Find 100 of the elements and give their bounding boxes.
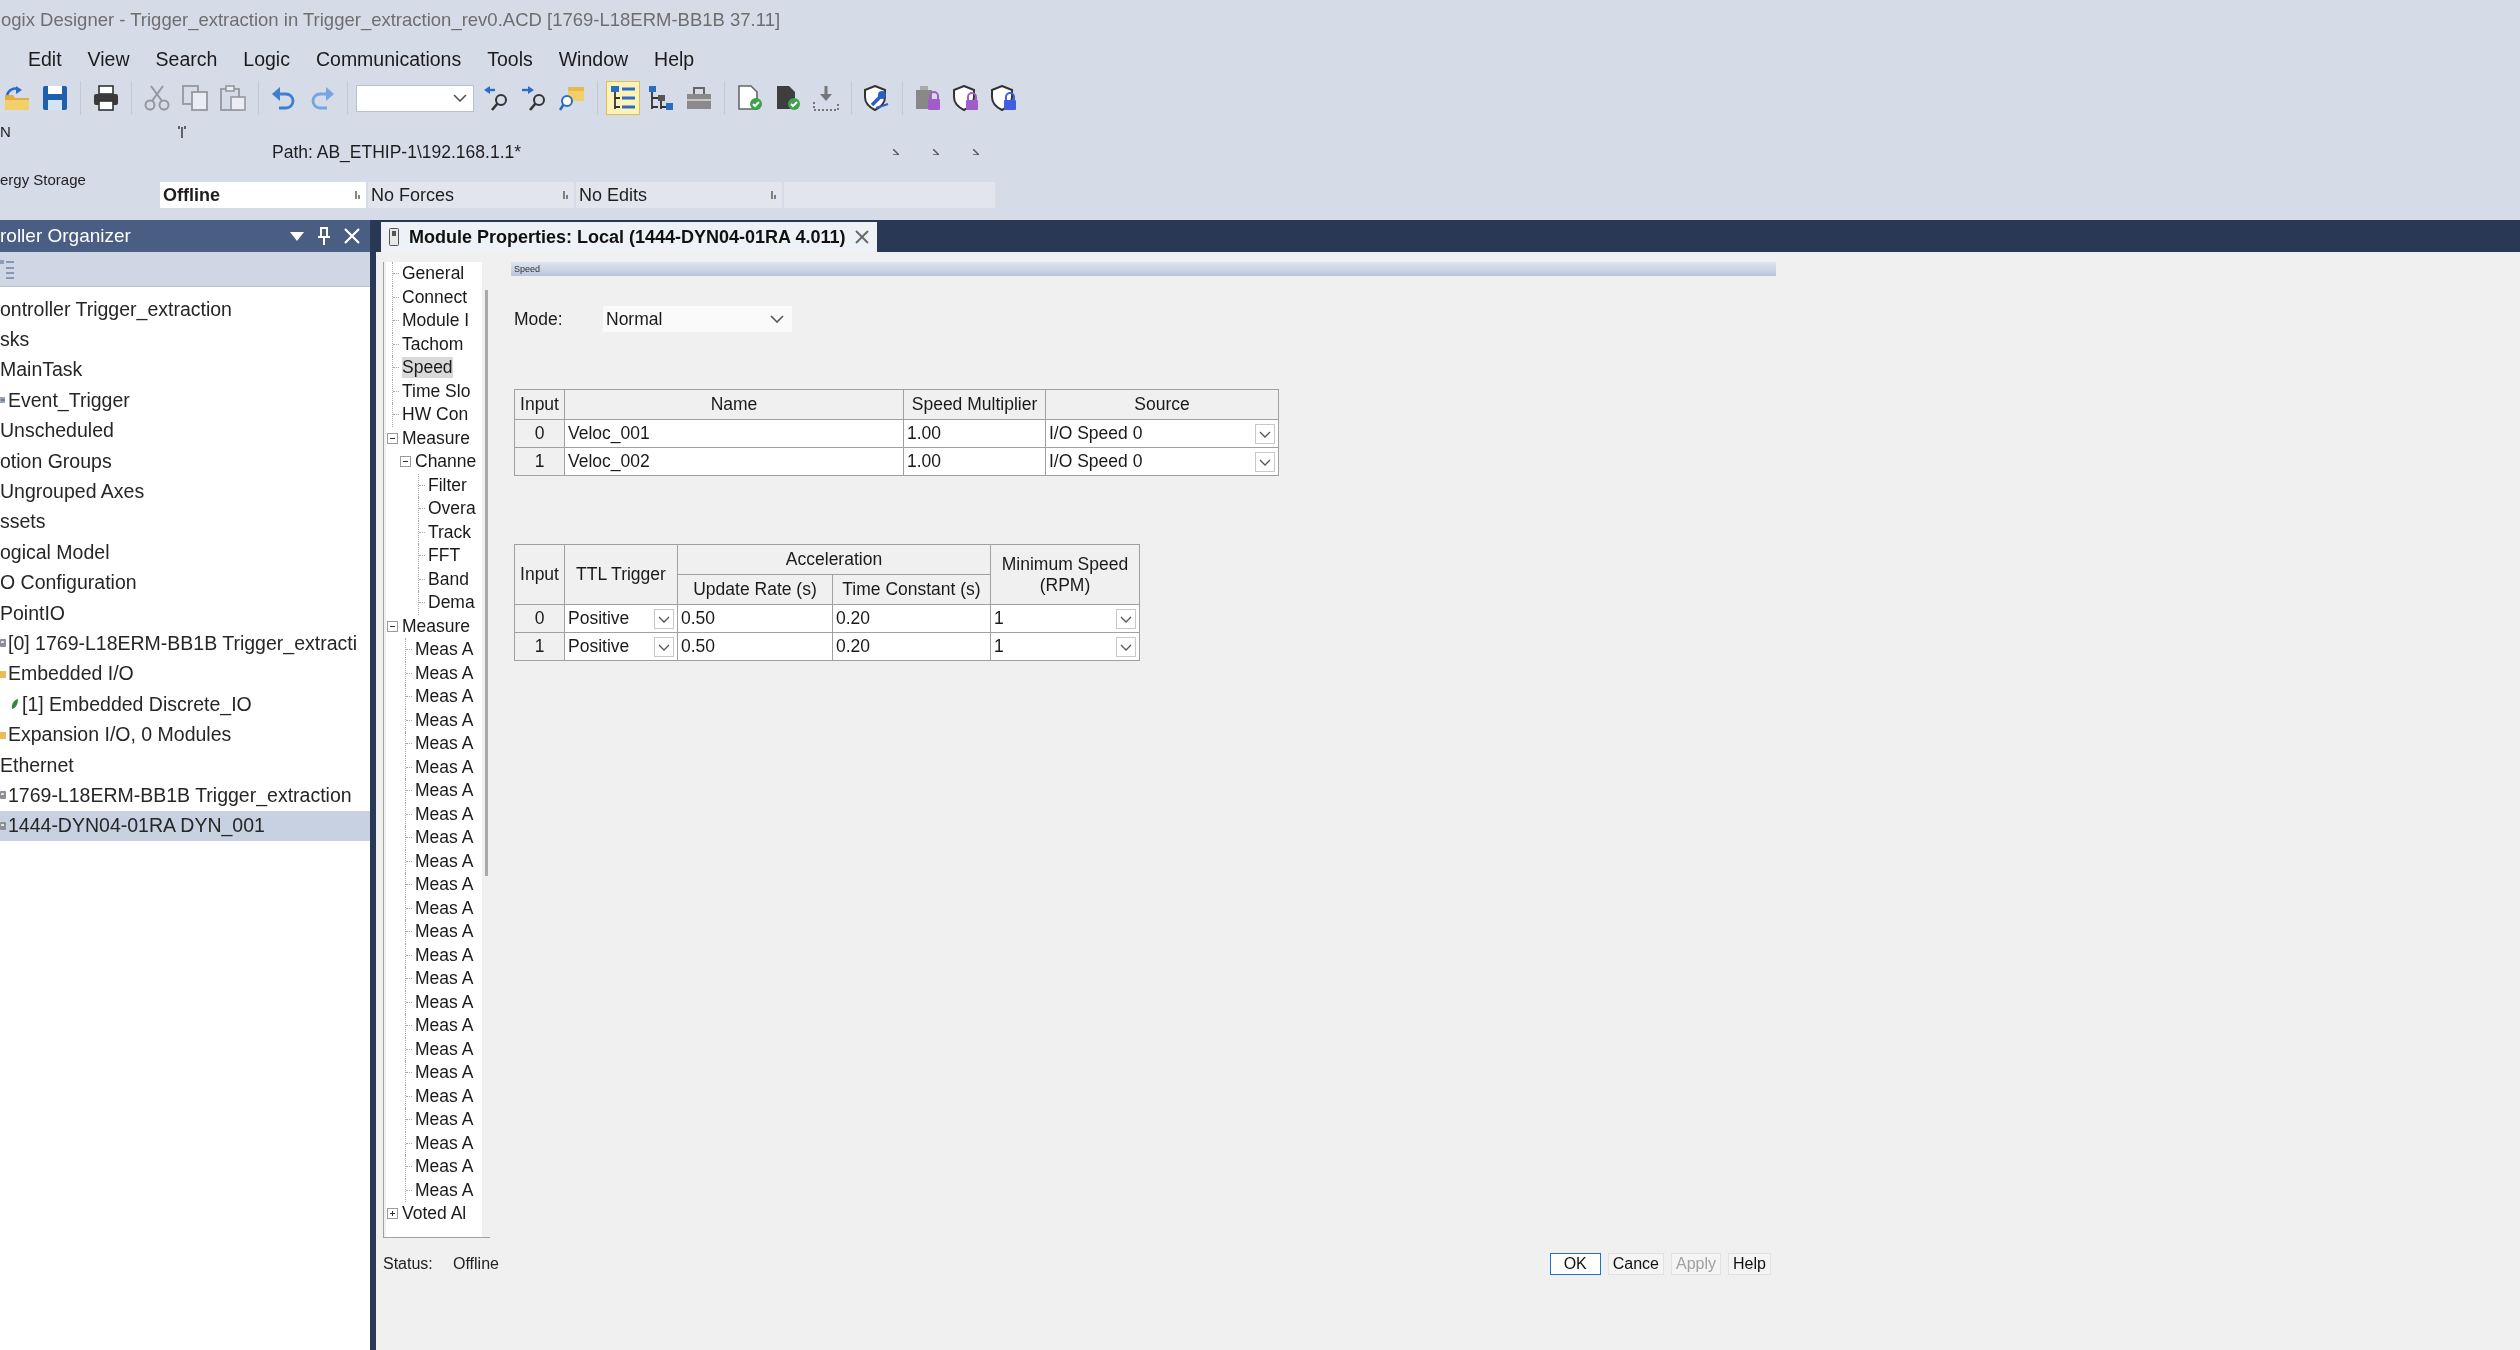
tree-item[interactable]: 1444-DYN04-01RA DYN_001 (0, 810, 370, 842)
chevron-down-icon[interactable] (1255, 451, 1275, 472)
category-item[interactable]: Dema (428, 592, 475, 614)
chevron-down-icon[interactable] (1116, 608, 1136, 629)
document-check-icon[interactable] (775, 85, 801, 111)
close-icon[interactable] (855, 230, 870, 244)
trigger-dropdown[interactable]: Positive (564, 604, 678, 633)
category-item[interactable]: Meas A (415, 639, 474, 661)
tree-item[interactable]: ontroller Trigger_extraction (0, 294, 370, 325)
category-item[interactable]: HW Con (402, 404, 469, 426)
category-item[interactable]: Speed (402, 357, 453, 379)
category-item[interactable]: Meas A (415, 1156, 474, 1178)
collapse-icon[interactable] (387, 432, 398, 444)
tree-item[interactable]: Ethernet (0, 749, 370, 781)
tree-item[interactable]: Ungrouped Axes (0, 476, 370, 507)
chevron-down-icon[interactable] (1255, 423, 1275, 444)
tree-item[interactable]: Expansion I/O, 0 Modules (0, 719, 370, 750)
category-item[interactable]: Measure (402, 427, 471, 449)
category-item[interactable]: Overa (428, 498, 476, 520)
category-item[interactable]: Tachom (402, 333, 464, 355)
printer-icon[interactable] (93, 85, 119, 111)
menu-item[interactable]: Help (644, 43, 705, 75)
arrow-magnifier-icon[interactable] (521, 85, 547, 111)
category-item[interactable]: Meas A (415, 1062, 474, 1084)
magnifier-folder-icon[interactable] (559, 85, 585, 111)
download-icon[interactable] (813, 85, 839, 111)
arrow-magnifier-icon[interactable] (483, 85, 509, 111)
expand-icon[interactable] (387, 1208, 398, 1220)
dialog-button[interactable]: Help (1728, 1253, 1771, 1275)
tree-list-icon[interactable] (606, 81, 640, 115)
folder-arrow-icon[interactable] (4, 85, 30, 111)
tree-item[interactable]: Embedded I/O (0, 658, 370, 690)
category-item[interactable]: Meas A (415, 662, 474, 684)
small-mark-icon[interactable] (973, 149, 979, 155)
category-item[interactable]: Meas A (415, 1085, 474, 1107)
shield-lock-icon[interactable] (953, 85, 979, 111)
category-item[interactable]: Meas A (415, 709, 474, 731)
shield-wrench-icon[interactable] (864, 85, 890, 111)
tree-item[interactable]: Event_Trigger (0, 385, 370, 416)
menu-item[interactable]: Tools (477, 43, 543, 75)
category-item[interactable]: Meas A (415, 1015, 474, 1037)
category-item[interactable]: Meas A (415, 1132, 474, 1154)
tree-item[interactable]: [1] Embedded Discrete_IO (0, 689, 370, 720)
menu-item[interactable]: Logic (233, 43, 300, 75)
category-item[interactable]: Connect (402, 286, 468, 308)
category-item[interactable]: Channe (415, 451, 477, 473)
tree-item[interactable]: Unscheduled (0, 415, 370, 446)
category-item[interactable]: FFT (428, 545, 461, 567)
document-check-icon[interactable] (737, 85, 763, 111)
undo-icon[interactable] (271, 85, 297, 111)
mode-dropdown[interactable]: Normal (603, 306, 792, 332)
category-item[interactable]: Meas A (415, 1038, 474, 1060)
dialog-button[interactable]: Cance (1607, 1253, 1664, 1275)
category-item[interactable]: Meas A (415, 827, 474, 849)
tree-item[interactable]: 1769-L18ERM-BB1B Trigger_extraction (0, 780, 370, 811)
category-item[interactable]: Meas A (415, 897, 474, 919)
category-item[interactable]: Meas A (415, 874, 474, 896)
source-dropdown[interactable]: I/O Speed 0 (1045, 419, 1279, 448)
tree-item[interactable]: O Configuration (0, 567, 370, 598)
category-item[interactable]: Voted Al (402, 1203, 467, 1225)
tree-item[interactable]: [0] 1769-L18ERM-BB1B Trigger_extracti (0, 628, 370, 659)
dropdown-triangle-icon[interactable] (290, 231, 304, 241)
category-item[interactable]: General (402, 263, 465, 285)
tree-item[interactable]: ogical Model (0, 537, 370, 568)
tree-item[interactable]: otion Groups (0, 445, 370, 477)
box-lock-icon[interactable] (915, 85, 941, 111)
menu-item[interactable]: View (77, 43, 140, 75)
source-dropdown[interactable]: I/O Speed 0 (1045, 447, 1279, 476)
document-tab[interactable]: Module Properties: Local (1444-DYN04-01RA 4.011) (381, 222, 878, 252)
trigger-dropdown[interactable]: Positive (564, 632, 678, 661)
collapse-icon[interactable] (387, 620, 398, 632)
menu-item[interactable]: Communications (305, 43, 472, 75)
chevron-down-icon[interactable] (654, 608, 674, 629)
pin-icon[interactable] (318, 227, 330, 245)
tree-icon[interactable] (648, 85, 674, 111)
shield-lock-icon[interactable] (991, 85, 1017, 111)
menu-item[interactable]: Window (548, 43, 639, 75)
category-item[interactable]: Meas A (415, 968, 474, 990)
category-item[interactable]: Meas A (415, 733, 474, 755)
category-item[interactable]: Meas A (415, 1109, 474, 1131)
category-item[interactable]: Meas A (415, 780, 474, 802)
tree-item[interactable]: ssets (0, 506, 370, 538)
category-item[interactable]: Meas A (415, 991, 474, 1013)
scrollbar-thumb[interactable] (485, 290, 488, 876)
category-item[interactable]: Meas A (415, 756, 474, 778)
category-item[interactable]: Meas A (415, 944, 474, 966)
category-item[interactable]: Meas A (415, 803, 474, 825)
chevron-down-icon[interactable] (654, 636, 674, 657)
menu-item[interactable]: Edit (18, 43, 72, 75)
speed-dropdown[interactable]: 1 (990, 632, 1140, 661)
category-item[interactable]: Time Slo (402, 380, 471, 402)
dialog-button[interactable]: OK (1549, 1253, 1601, 1275)
category-item[interactable]: Track (428, 521, 472, 543)
save-icon[interactable] (42, 85, 68, 111)
tree-item[interactable]: PointIO (0, 597, 370, 629)
small-mark-icon[interactable] (933, 149, 939, 155)
tree-item[interactable]: MainTask (0, 354, 370, 386)
category-item[interactable]: Module I (402, 310, 470, 332)
small-mark-icon[interactable] (893, 149, 899, 155)
toolbox-icon[interactable] (686, 85, 712, 111)
